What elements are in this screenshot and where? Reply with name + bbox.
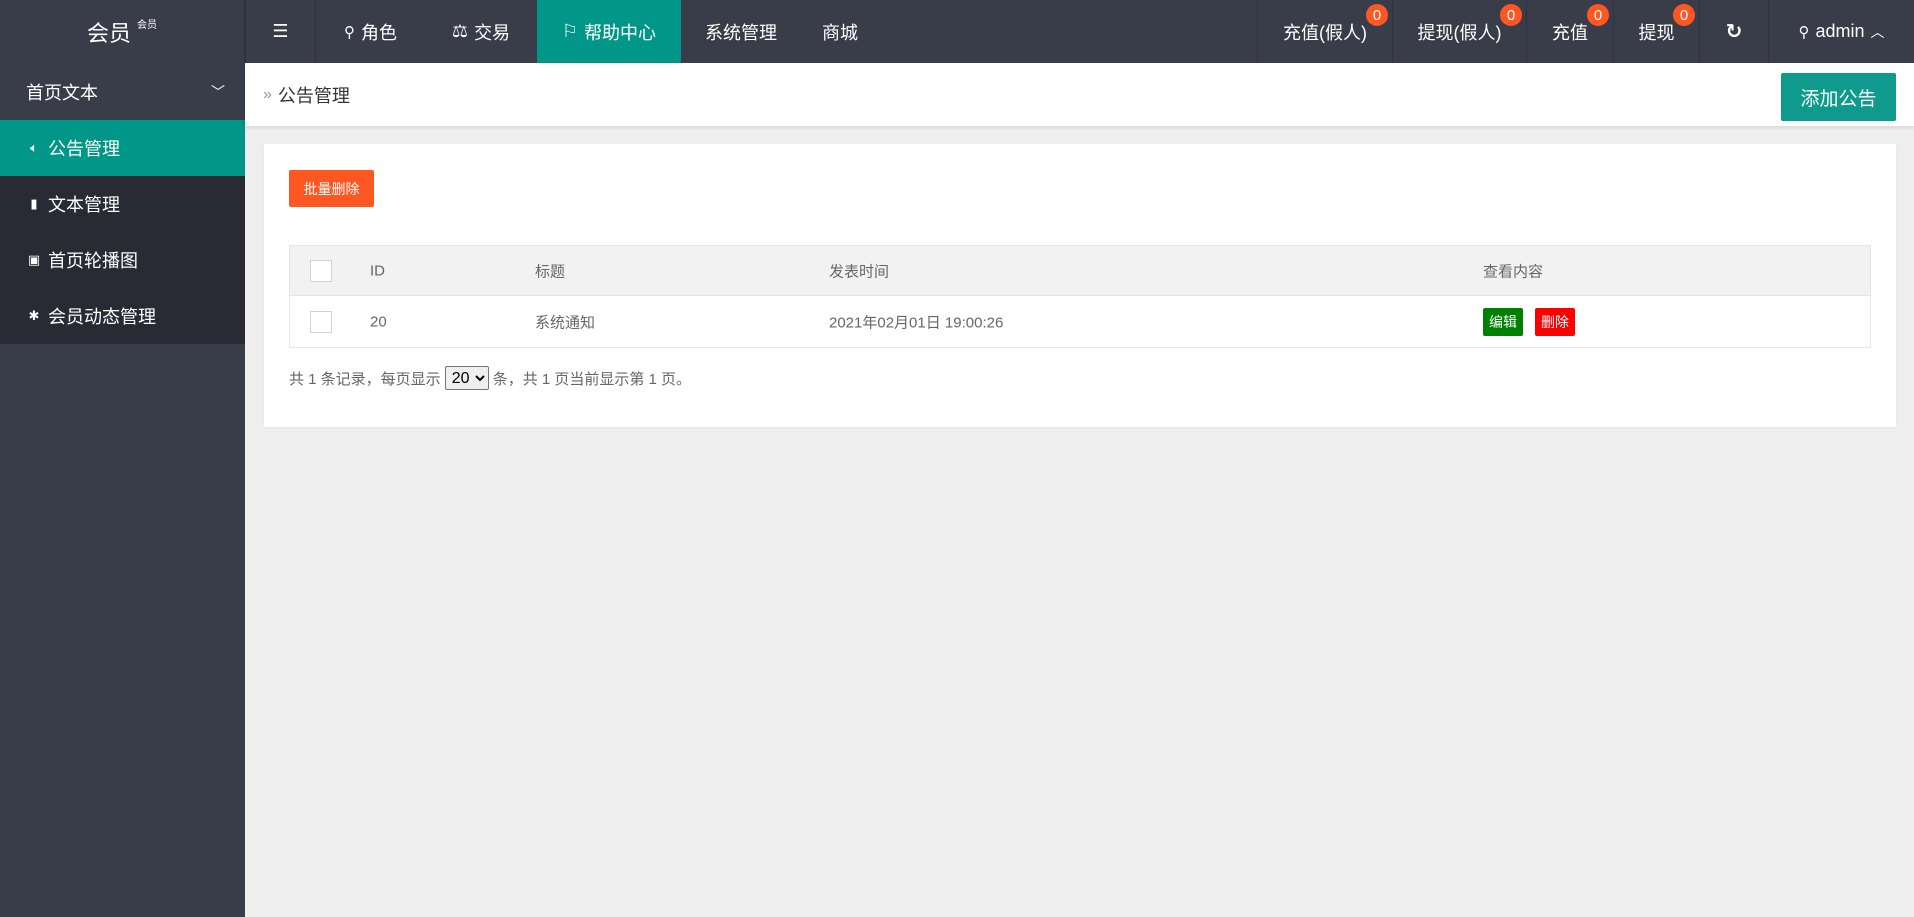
nav-recharge[interactable]: 充值 0 xyxy=(1526,0,1613,63)
tree-icon: ✱ xyxy=(28,308,40,323)
hamburger-icon: ☰ xyxy=(272,21,289,41)
count-badge: 0 xyxy=(1366,4,1388,26)
sidebar-item-text[interactable]: ▮ 文本管理 xyxy=(0,176,245,232)
breadcrumb: » 公告管理 xyxy=(263,85,350,106)
nav-fake-recharge[interactable]: 充值(假人) 0 xyxy=(1257,0,1392,63)
book-icon: ▮ xyxy=(30,196,38,211)
sidebar-item-member-news[interactable]: ✱ 会员动态管理 xyxy=(0,288,245,344)
user-icon: ⚲ xyxy=(1798,23,1810,41)
sidebar-group-home-text[interactable]: 首页文本 ﹀ xyxy=(0,63,245,120)
content-card: 批量删除 ID 标题 发表时间 查看内容 20 系统通知 2021年02月01日… xyxy=(264,144,1896,427)
announcement-table: ID 标题 发表时间 查看内容 20 系统通知 2021年02月01日 19:0… xyxy=(289,245,1871,348)
user-menu[interactable]: ⚲ admin ︿ xyxy=(1768,0,1914,63)
sidebar-item-carousel[interactable]: ▣ 首页轮播图 xyxy=(0,232,245,288)
pagination: 共 1 条记录，每页显示 20 条，共 1 页当前显示第 1 页。 xyxy=(289,366,691,390)
count-badge: 0 xyxy=(1587,4,1609,26)
scale-icon: ⚖ xyxy=(451,21,469,41)
nav-withdraw[interactable]: 提现 0 xyxy=(1613,0,1699,63)
chevron-down-icon: ﹀ xyxy=(211,83,225,100)
sidebar-item-announcements[interactable]: 🔈︎ 公告管理 xyxy=(0,120,245,176)
user-icon: ⚲ xyxy=(344,23,355,41)
bulk-delete-button[interactable]: 批量删除 xyxy=(289,170,374,207)
nav-role[interactable]: ⚲ 角色 xyxy=(315,0,425,63)
flag-icon: ⚐ xyxy=(561,21,579,41)
count-badge: 0 xyxy=(1500,4,1522,26)
logo: 会员 会员 xyxy=(0,0,245,63)
table-header: ID 标题 发表时间 查看内容 xyxy=(290,246,1870,296)
top-header: 会员 会员 ☰ ⚲ 角色 ⚖ 交易 ⚐ 帮助中心 系统管理 商城 充值(假人) 0 提现(… xyxy=(0,0,1914,63)
nav-system[interactable]: 系统管理 xyxy=(681,0,801,63)
row-checkbox[interactable] xyxy=(310,310,332,333)
image-icon: ▣ xyxy=(27,252,41,267)
refresh-button[interactable]: ↻ xyxy=(1699,0,1768,63)
speaker-icon: 🔈︎ xyxy=(30,140,38,155)
nav-trade[interactable]: ⚖ 交易 xyxy=(425,0,537,63)
nav-help-center[interactable]: ⚐ 帮助中心 xyxy=(537,0,681,63)
table-row: 20 系统通知 2021年02月01日 19:00:26 编辑 删除 xyxy=(290,296,1870,347)
double-chevron-icon: » xyxy=(263,85,272,103)
chevron-up-icon: ︿ xyxy=(1870,23,1885,40)
add-announcement-button[interactable]: 添加公告 xyxy=(1781,73,1896,121)
refresh-icon: ↻ xyxy=(1725,21,1743,43)
page-size-select[interactable]: 20 xyxy=(444,366,489,390)
select-all-checkbox[interactable] xyxy=(310,259,332,282)
nav-fake-withdraw[interactable]: 提现(假人) 0 xyxy=(1392,0,1526,63)
nav-mall[interactable]: 商城 xyxy=(801,0,879,63)
row-actions: 编辑 删除 xyxy=(1483,307,1575,336)
breadcrumb-bar: » 公告管理 添加公告 xyxy=(245,63,1914,126)
menu-toggle-button[interactable]: ☰ xyxy=(245,0,315,63)
sidebar: 首页文本 ﹀ 🔈︎ 公告管理 ▮ 文本管理 ▣ 首页轮播图 ✱ 会员动态管理 xyxy=(0,63,245,917)
count-badge: 0 xyxy=(1673,4,1695,26)
edit-button[interactable]: 编辑 xyxy=(1483,307,1523,336)
delete-button[interactable]: 删除 xyxy=(1535,307,1575,336)
